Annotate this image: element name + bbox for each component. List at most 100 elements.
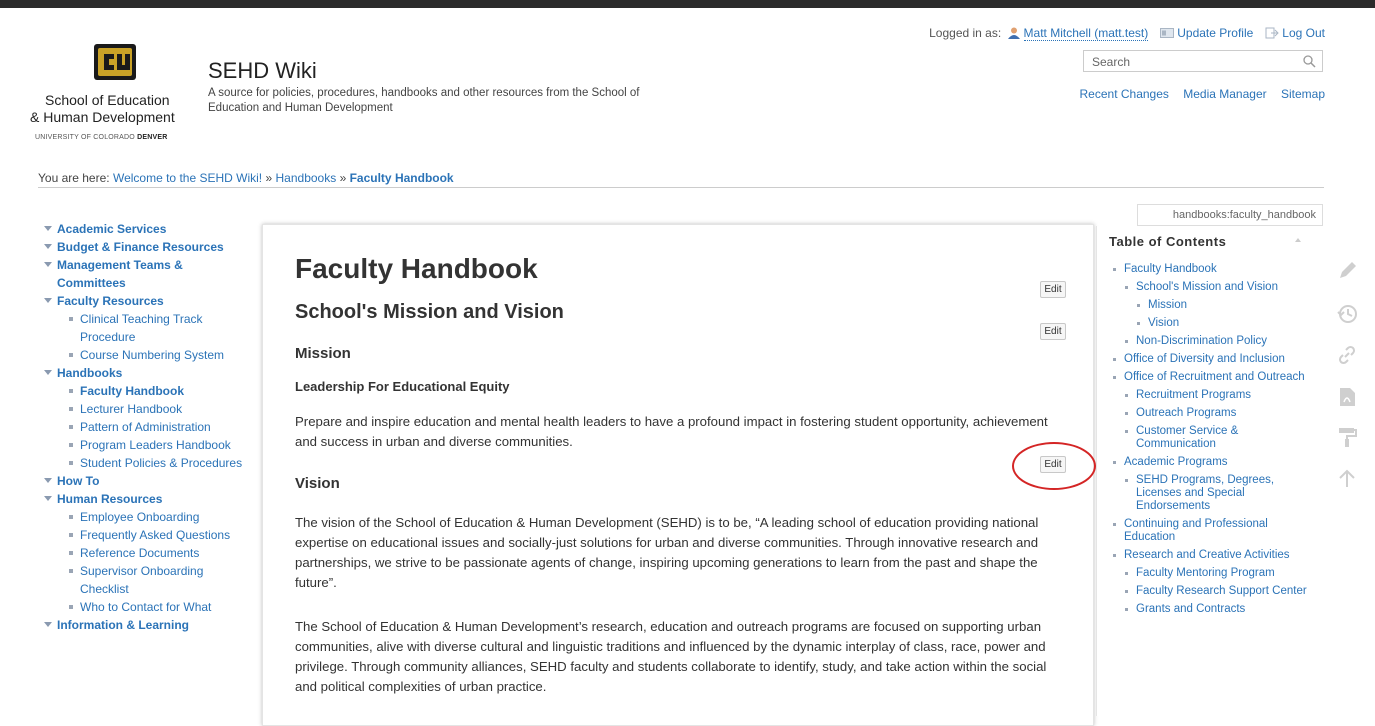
toc-item[interactable]: Customer Service & Communication [1097, 425, 1325, 451]
sidebar-item-student-policies[interactable]: Student Policies & Procedures [44, 454, 244, 472]
top-dark-bar [0, 0, 1375, 8]
username-link[interactable]: Matt Mitchell (matt.test) [1023, 26, 1149, 41]
bullet-icon [1125, 394, 1128, 397]
toc-collapse-icon[interactable] [1295, 238, 1301, 242]
bullet-icon [69, 353, 73, 357]
toc-item-label: School's Mission and Vision [1136, 281, 1278, 293]
sidebar-item-course-numbering[interactable]: Course Numbering System [44, 346, 244, 364]
back-to-top-icon[interactable] [1336, 468, 1358, 490]
toc-item[interactable]: Faculty Handbook [1097, 263, 1325, 276]
toc-item[interactable]: Grants and Contracts [1097, 603, 1325, 616]
toc-list: Faculty Handbook School's Mission and Vi… [1097, 263, 1325, 621]
breadcrumb-home[interactable]: Welcome to the SEHD Wiki! [113, 171, 262, 185]
sidebar-item-label: Program Leaders Handbook [80, 438, 231, 452]
toc-item[interactable]: Non-Discrimination Policy [1097, 335, 1325, 348]
bullet-icon [1113, 268, 1116, 271]
search-icon[interactable] [1303, 55, 1316, 68]
sidebar-item-who-to-contact[interactable]: Who to Contact for What [44, 598, 244, 616]
toc-item-label: Vision [1148, 317, 1180, 329]
sidebar-item-lecturer-handbook[interactable]: Lecturer Handbook [44, 400, 244, 418]
toc-item-label: Academic Programs [1124, 456, 1228, 468]
programs-paragraph: The School of Education & Human Developm… [295, 619, 1047, 694]
sidebar-item-pattern-admin[interactable]: Pattern of Administration [44, 418, 244, 436]
bullet-icon [1137, 322, 1140, 325]
breadcrumb-separator: » [265, 171, 273, 185]
bullet-icon [1113, 358, 1116, 361]
bullet-icon [1113, 376, 1116, 379]
toc-item[interactable]: Faculty Research Support Center [1097, 585, 1325, 598]
expand-triangle-icon [44, 496, 52, 501]
toc-item[interactable]: School's Mission and Vision [1097, 281, 1325, 294]
sidebar-item-program-leaders[interactable]: Program Leaders Handbook [44, 436, 244, 454]
bullet-icon [69, 569, 73, 573]
logged-in-label: Logged in as: [929, 26, 1002, 40]
bullet-icon [1125, 608, 1128, 611]
paint-roller-icon[interactable] [1336, 426, 1358, 448]
toc-item[interactable]: SEHD Programs, Degrees, Licenses and Spe… [1097, 474, 1325, 513]
bullet-icon [1125, 430, 1128, 433]
sidebar-item-human-resources[interactable]: Human Resources [44, 490, 244, 508]
sidebar-item-faculty-handbook[interactable]: Faculty Handbook [44, 382, 244, 400]
mission-paragraph: Prepare and inspire education and mental… [295, 414, 1048, 449]
sidebar-item-reference-documents[interactable]: Reference Documents [44, 544, 244, 562]
toc-item[interactable]: Faculty Mentoring Program [1097, 567, 1325, 580]
toc-item[interactable]: Vision [1097, 317, 1325, 330]
sidebar-item-faq[interactable]: Frequently Asked Questions [44, 526, 244, 544]
sidebar-item-label: Human Resources [57, 492, 163, 506]
recent-changes-link[interactable]: Recent Changes [1080, 87, 1169, 101]
expand-triangle-icon [44, 622, 52, 627]
sidebar-item-management-teams[interactable]: Management Teams & Committees [44, 256, 244, 292]
bullet-icon [69, 605, 73, 609]
toc-item-label: Faculty Handbook [1124, 263, 1217, 275]
user-bar: Logged in as: Matt Mitchell (matt.test) … [929, 26, 1325, 41]
toc-item[interactable]: Recruitment Programs [1097, 389, 1325, 402]
sidebar-item-handbooks[interactable]: Handbooks [44, 364, 244, 382]
breadcrumb-handbooks[interactable]: Handbooks [276, 171, 337, 185]
link-icon[interactable] [1336, 344, 1358, 366]
edit-pencil-icon[interactable] [1336, 260, 1358, 282]
pdf-export-icon[interactable] [1336, 386, 1358, 408]
toc-item[interactable]: Research and Creative Activities [1097, 549, 1325, 562]
update-profile-link[interactable]: Update Profile [1177, 26, 1253, 40]
toc-item-label: Customer Service & Communication [1136, 425, 1239, 450]
log-out-link[interactable]: Log Out [1282, 26, 1325, 40]
sidebar-item-budget-finance[interactable]: Budget & Finance Resources [44, 238, 244, 256]
breadcrumb-current[interactable]: Faculty Handbook [350, 171, 454, 185]
toc-item[interactable]: Outreach Programs [1097, 407, 1325, 420]
sidebar-item-faculty-resources[interactable]: Faculty Resources [44, 292, 244, 310]
sidebar-item-how-to[interactable]: How To [44, 472, 244, 490]
search-input[interactable] [1090, 52, 1294, 72]
annotation-circle [1012, 442, 1096, 490]
toc-item-label: Mission [1148, 299, 1187, 311]
sidebar-item-label: Employee Onboarding [80, 510, 200, 524]
breadcrumb-separator: » [339, 171, 347, 185]
history-icon[interactable] [1336, 303, 1358, 325]
header-divider [38, 187, 1324, 188]
toc-item[interactable]: Mission [1097, 299, 1325, 312]
bullet-icon [1137, 304, 1140, 307]
sidebar-item-clinical-teaching[interactable]: Clinical Teaching Track Procedure [44, 310, 244, 346]
toc-item[interactable]: Academic Programs [1097, 456, 1325, 469]
log-out-icon [1265, 27, 1280, 39]
sidebar-item-supervisor-onboarding[interactable]: Supervisor Onboarding Checklist [44, 562, 244, 598]
site-title[interactable]: SEHD Wiki [208, 58, 317, 84]
sidebar-item-academic-services[interactable]: Academic Services [44, 220, 244, 238]
toc-item[interactable]: Continuing and Professional Education [1097, 518, 1325, 544]
sidebar-item-label: Faculty Resources [57, 294, 164, 308]
bullet-icon [69, 443, 73, 447]
sidebar-item-employee-onboarding[interactable]: Employee Onboarding [44, 508, 244, 526]
bullet-icon [1113, 461, 1116, 464]
toc-item[interactable]: Office of Recruitment and Outreach [1097, 371, 1325, 384]
sitemap-link[interactable]: Sitemap [1281, 87, 1325, 101]
media-manager-link[interactable]: Media Manager [1183, 87, 1266, 101]
page-id-label: handbooks:faculty_handbook [1137, 204, 1323, 226]
expand-triangle-icon [44, 478, 52, 483]
toc-item[interactable]: Office of Diversity and Inclusion [1097, 353, 1325, 366]
logo-line-3: UNIVERSITY OF COLORADO DENVER [35, 134, 167, 141]
edit-section-button[interactable]: Edit [1040, 281, 1066, 298]
bullet-icon [69, 551, 73, 555]
vision-paragraph: The vision of the School of Education & … [295, 515, 1039, 590]
edit-section-button[interactable]: Edit [1040, 323, 1066, 340]
breadcrumb: You are here: Welcome to the SEHD Wiki! … [38, 171, 454, 185]
sidebar-item-information-learning[interactable]: Information & Learning [44, 616, 244, 634]
